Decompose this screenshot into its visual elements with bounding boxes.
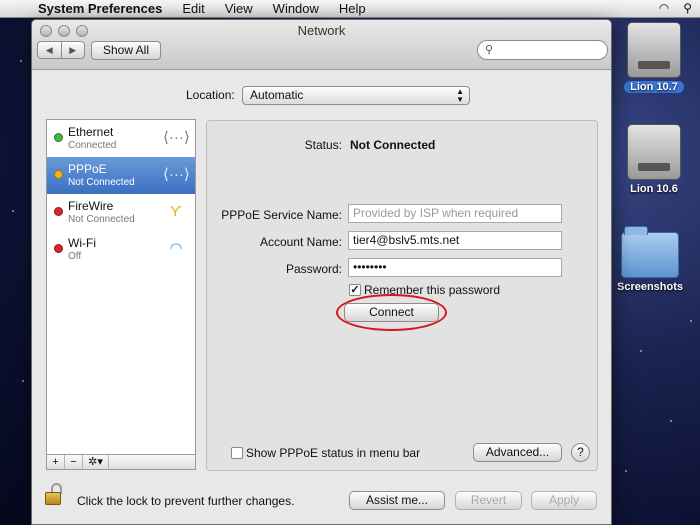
location-value: Automatic [250,88,304,102]
menu-view[interactable]: View [225,1,253,16]
wifi-status-icon[interactable]: ◠ [659,1,669,15]
show-status-label: Show PPPoE status in menu bar [246,446,421,460]
status-dot [54,244,63,253]
title-bar[interactable]: Network ◀ ▶ Show All ⚲ [32,20,611,70]
star [22,380,24,382]
ethernet-icon: ⟨···⟩ [163,129,190,146]
show-status-checkbox[interactable] [231,447,243,459]
service-name: PPPoE [68,162,107,176]
app-menu[interactable]: System Preferences [38,1,162,16]
remove-service-button[interactable]: − [65,455,83,469]
status-label: Status: [304,138,342,152]
add-service-button[interactable]: + [47,455,65,469]
menu-bar: System Preferences Edit View Window Help… [0,0,700,18]
help-button[interactable]: ? [571,443,590,462]
assist-me-button[interactable]: Assist me... [349,491,445,510]
detail-panel: Status: Not Connected PPPoE Service Name… [206,120,598,471]
status-value: Not Connected [350,138,436,152]
service-name: FireWire [68,199,114,213]
menu-help[interactable]: Help [339,1,366,16]
password-label: Password: [285,262,342,276]
firewire-icon: Ƴ [170,203,182,220]
service-name-label: PPPoE Service Name: [221,208,342,222]
hard-disk-icon [627,22,681,78]
account-name-field[interactable]: tier4@bslv5.mts.net [348,231,562,250]
updown-arrows-icon: ▲ ▼ [456,87,464,104]
service-item-ethernet[interactable]: Ethernet Connected ⟨···⟩ [47,120,195,157]
hard-disk-icon [627,124,681,180]
back-forward-control: ◀ ▶ [37,41,85,59]
gear-menu-icon[interactable]: ✲▾ [83,455,109,469]
service-item-firewire[interactable]: FireWire Not Connected Ƴ [47,194,195,231]
menu-edit[interactable]: Edit [182,1,204,16]
status-dot [54,133,63,142]
desktop-icon-lion-10-7[interactable]: Lion 10.7 [616,22,692,93]
service-item-pppoe[interactable]: PPPoE Not Connected ⟨···⟩ [47,157,195,194]
star [625,470,627,472]
service-list-toolbar: + − ✲▾ [46,455,196,470]
star [670,420,672,422]
desktop-icon-label: Screenshots [616,281,684,293]
lock-icon[interactable] [45,483,63,505]
pppoe-icon: ⟨···⟩ [163,166,190,183]
star [12,210,14,212]
service-name: Ethernet [68,125,114,139]
service-status: Off [68,251,82,262]
service-item-wifi[interactable]: Wi-Fi Off ◠ [47,231,195,268]
folder-icon [621,226,679,278]
desktop-icon-label: Lion 10.6 [630,183,678,195]
apply-button[interactable]: Apply [531,491,597,510]
service-status: Not Connected [68,214,135,225]
remember-password-checkbox[interactable]: ✓ [349,284,361,296]
show-all-button[interactable]: Show All [91,41,161,60]
service-name: Wi-Fi [68,236,96,250]
service-list: Ethernet Connected ⟨···⟩ PPPoE Not Conne… [46,119,196,455]
advanced-button[interactable]: Advanced... [473,443,562,462]
location-label: Location: [186,88,235,102]
desktop-icon-screenshots[interactable]: Screenshots [612,222,688,293]
star [20,60,22,62]
network-window: Network ◀ ▶ Show All ⚲ Location: Automat… [31,19,612,525]
star [690,320,692,322]
search-icon: ⚲ [485,44,494,56]
desktop-icon-lion-10-6[interactable]: Lion 10.6 [616,124,692,195]
password-field[interactable]: •••••••• [348,258,562,277]
window-title: Network [297,23,346,38]
account-name-label: Account Name: [259,235,342,249]
status-dot [54,207,63,216]
spotlight-icon[interactable]: ⚲ [683,1,692,15]
back-icon[interactable]: ◀ [38,42,61,58]
location-select[interactable]: Automatic ▲ ▼ [242,86,470,105]
service-status: Connected [68,140,117,151]
highlight-ring [336,294,447,331]
search-input[interactable]: ⚲ [477,40,608,60]
desktop-icon-label: Lion 10.7 [624,81,684,93]
service-status: Not Connected [68,177,135,188]
forward-icon[interactable]: ▶ [60,42,85,58]
revert-button[interactable]: Revert [455,491,522,510]
service-name-field[interactable]: Provided by ISP when required [348,204,562,223]
star [640,350,642,352]
menu-window[interactable]: Window [273,1,319,16]
lock-text: Click the lock to prevent further change… [77,494,295,508]
status-dot [54,170,63,179]
wifi-icon: ◠ [169,240,183,257]
